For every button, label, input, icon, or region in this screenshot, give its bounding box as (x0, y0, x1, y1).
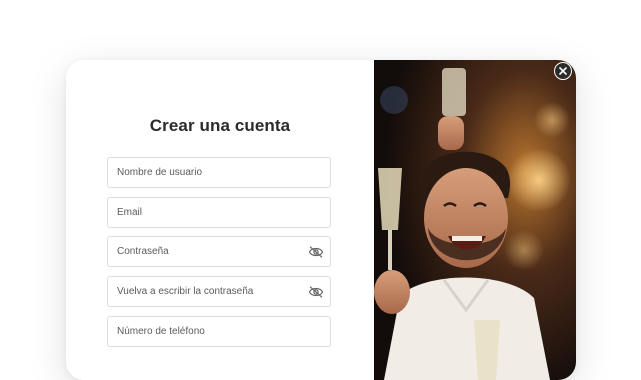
confirm-password-field-wrapper (107, 276, 331, 307)
celebration-photo (374, 60, 576, 380)
phone-input[interactable] (108, 317, 330, 346)
username-input[interactable] (108, 158, 330, 187)
eye-off-icon[interactable] (308, 285, 324, 299)
photo-illustration (374, 60, 576, 380)
signup-form: Crear una cuenta (66, 60, 374, 380)
phone-field-wrapper (107, 316, 331, 347)
password-input[interactable] (108, 237, 330, 266)
email-field-wrapper (107, 197, 331, 228)
signup-modal: Crear una cuenta (66, 60, 576, 380)
close-button[interactable] (554, 62, 572, 80)
username-field-wrapper (107, 157, 331, 188)
close-icon (559, 67, 567, 75)
confirm-password-input[interactable] (108, 277, 330, 306)
form-title: Crear una cuenta (149, 116, 291, 135)
password-field-wrapper (107, 236, 331, 267)
email-input[interactable] (108, 198, 330, 227)
eye-off-icon[interactable] (308, 245, 324, 259)
